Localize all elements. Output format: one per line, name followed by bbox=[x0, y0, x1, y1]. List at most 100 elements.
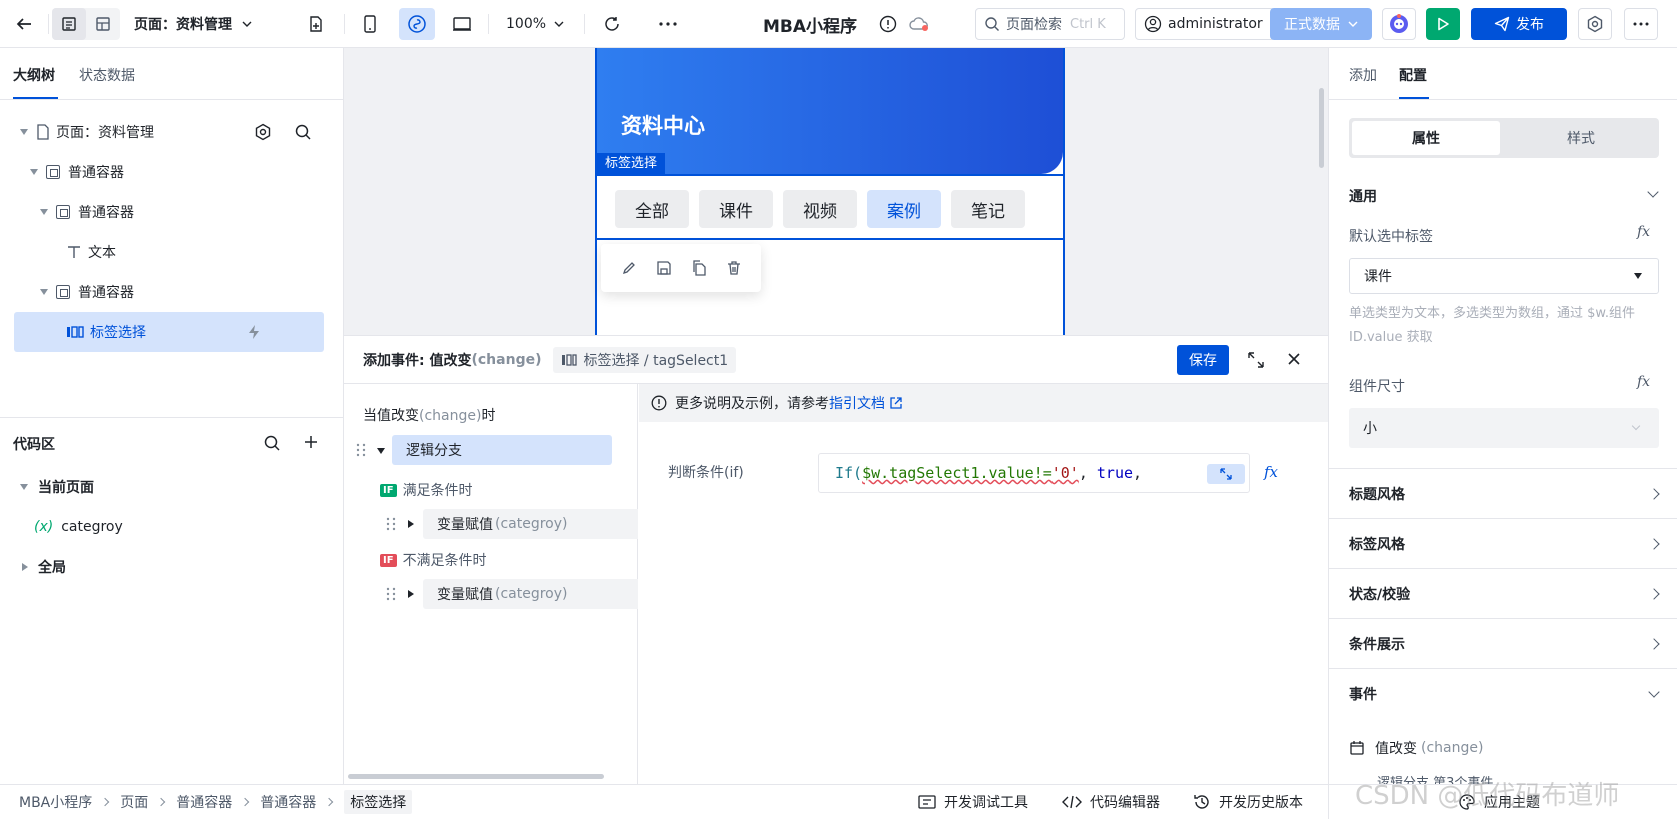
history-button[interactable]: 开发历史版本 bbox=[1193, 785, 1303, 819]
env-select[interactable]: 正式数据 bbox=[1270, 8, 1372, 40]
page-selector[interactable]: 页面：资料管理 bbox=[134, 8, 274, 40]
breadcrumb-item[interactable]: 标签选择 bbox=[344, 790, 413, 814]
desktop-view-button[interactable] bbox=[446, 8, 478, 40]
tree-item-variable[interactable]: (x) categroy bbox=[14, 509, 324, 545]
close-icon[interactable] bbox=[1287, 352, 1301, 366]
size-select[interactable]: 小 bbox=[1349, 408, 1659, 448]
plus-icon[interactable] bbox=[303, 434, 319, 450]
chevron-right-icon bbox=[1648, 587, 1660, 600]
user-menu[interactable]: administrator bbox=[1135, 8, 1275, 40]
tag-option[interactable]: 笔记 bbox=[951, 190, 1025, 228]
tree-item-current-page[interactable]: 当前页面 bbox=[14, 469, 324, 505]
more-menu-button[interactable] bbox=[1624, 8, 1658, 40]
expand-arrow-icon[interactable] bbox=[408, 520, 414, 528]
outline-view-icon[interactable] bbox=[52, 8, 86, 40]
tree-item-tag-select[interactable]: 标签选择 bbox=[14, 312, 324, 352]
section-tag-style[interactable]: 标签风格 bbox=[1329, 518, 1677, 568]
fx-icon[interactable]: fx bbox=[1637, 224, 1650, 240]
tree-item-container[interactable]: 普通容器 bbox=[14, 274, 324, 310]
mobile-view-button[interactable] bbox=[354, 8, 386, 40]
app-theme-label: 应用主题 bbox=[1484, 795, 1540, 811]
external-link-icon[interactable] bbox=[889, 396, 903, 410]
ai-assistant-button[interactable] bbox=[1382, 8, 1416, 40]
expand-arrow-icon[interactable] bbox=[408, 590, 414, 598]
search-icon[interactable] bbox=[294, 123, 312, 141]
tab-state-data[interactable]: 状态数据 bbox=[79, 65, 135, 85]
copy-icon[interactable] bbox=[691, 260, 707, 276]
publish-button[interactable]: 发布 bbox=[1471, 8, 1567, 40]
condition-code-input[interactable]: If($w.tagSelect1.value!= '0', true, bbox=[818, 453, 1250, 493]
assign-node[interactable]: 变量赋值 (categroy) bbox=[423, 579, 638, 609]
segment-properties[interactable]: 属性 bbox=[1352, 121, 1500, 155]
default-tag-select[interactable]: 课件 bbox=[1349, 258, 1659, 294]
drag-handle-icon[interactable] bbox=[386, 516, 396, 532]
section-general[interactable]: 通用 bbox=[1349, 186, 1377, 206]
section-state-validation[interactable]: 状态/校验 bbox=[1329, 568, 1677, 618]
breadcrumb-item[interactable]: MBA小程序 bbox=[19, 792, 92, 812]
fx-icon[interactable]: fx bbox=[1264, 463, 1278, 481]
save-button[interactable]: 保存 bbox=[1177, 345, 1229, 375]
drag-handle-icon[interactable] bbox=[356, 442, 366, 458]
expand-arrow-icon[interactable] bbox=[377, 448, 385, 454]
search-icon[interactable] bbox=[263, 434, 281, 452]
drag-handle-icon[interactable] bbox=[386, 586, 396, 602]
add-page-button[interactable] bbox=[300, 8, 332, 40]
fx-icon[interactable]: fx bbox=[1637, 374, 1650, 390]
tag-option[interactable]: 视频 bbox=[783, 190, 857, 228]
save-icon[interactable] bbox=[656, 260, 672, 276]
tree-item-page[interactable]: 页面：资料管理 bbox=[14, 114, 324, 150]
page-search-input[interactable]: 页面检索 Ctrl K bbox=[975, 8, 1125, 40]
expand-arrow-icon[interactable] bbox=[40, 289, 48, 295]
expand-icon[interactable] bbox=[1247, 351, 1265, 369]
guide-doc-link[interactable]: 指引文档 bbox=[829, 393, 885, 413]
tab-outline[interactable]: 大纲树 bbox=[13, 65, 55, 85]
tree-item-global[interactable]: 全局 bbox=[14, 549, 324, 585]
section-events[interactable]: 事件 bbox=[1329, 668, 1677, 718]
expand-arrow-icon[interactable] bbox=[20, 129, 28, 135]
settings-icon[interactable] bbox=[254, 123, 272, 141]
tree-item-text[interactable]: 文本 bbox=[14, 234, 324, 270]
app-theme-button[interactable]: 应用主题 bbox=[1458, 785, 1540, 819]
breadcrumb-item[interactable]: 普通容器 bbox=[176, 792, 232, 812]
miniprogram-view-button[interactable] bbox=[399, 8, 435, 40]
breadcrumb-item[interactable]: 普通容器 bbox=[260, 792, 316, 812]
section-title-style[interactable]: 标题风格 bbox=[1329, 468, 1677, 518]
expand-arrow-icon[interactable] bbox=[22, 563, 28, 571]
expand-editor-icon[interactable] bbox=[1207, 464, 1245, 484]
section-conditional-display[interactable]: 条件展示 bbox=[1329, 618, 1677, 668]
info-button[interactable] bbox=[876, 8, 900, 40]
expand-arrow-icon[interactable] bbox=[30, 169, 38, 175]
assign-node[interactable]: 变量赋值 (categroy) bbox=[423, 509, 638, 539]
segment-styles[interactable]: 样式 bbox=[1506, 121, 1656, 155]
tag-select-component[interactable]: 全部 课件 视频 案例 笔记 bbox=[597, 174, 1063, 240]
cloud-status[interactable] bbox=[906, 8, 932, 40]
logic-branch-node[interactable]: 逻辑分支 bbox=[392, 435, 612, 465]
more-button[interactable] bbox=[652, 8, 684, 40]
design-canvas[interactable]: 资料中心 标签选择 全部 课件 视频 案例 笔记 bbox=[344, 48, 1328, 335]
tree-item-container[interactable]: 普通容器 bbox=[14, 194, 324, 230]
tab-config[interactable]: 配置 bbox=[1399, 65, 1427, 85]
event-item-change[interactable]: 值改变 (change) bbox=[1349, 738, 1483, 758]
tag-option[interactable]: 课件 bbox=[699, 190, 773, 228]
expand-arrow-icon[interactable] bbox=[20, 484, 28, 490]
devtools-button[interactable]: 开发调试工具 bbox=[918, 785, 1028, 819]
breadcrumb-item[interactable]: 页面 bbox=[120, 792, 148, 812]
tab-add[interactable]: 添加 bbox=[1349, 65, 1377, 85]
settings-button[interactable] bbox=[1578, 8, 1612, 40]
expand-arrow-icon[interactable] bbox=[40, 209, 48, 215]
chevron-down-icon[interactable] bbox=[1647, 186, 1659, 198]
canvas-scrollbar[interactable] bbox=[1319, 88, 1324, 168]
tree-item-container[interactable]: 普通容器 bbox=[14, 154, 324, 190]
preview-button[interactable] bbox=[1426, 8, 1460, 40]
delete-icon[interactable] bbox=[726, 260, 742, 276]
layout-view-icon[interactable] bbox=[86, 16, 120, 32]
horizontal-scrollbar[interactable] bbox=[348, 774, 604, 779]
tag-option[interactable]: 案例 bbox=[867, 190, 941, 228]
lightning-icon[interactable] bbox=[247, 324, 261, 340]
code-editor-button[interactable]: 代码编辑器 bbox=[1062, 785, 1160, 819]
refresh-button[interactable] bbox=[596, 8, 628, 40]
edit-icon[interactable] bbox=[621, 260, 637, 276]
zoom-select[interactable]: 100% bbox=[506, 8, 566, 40]
tag-option[interactable]: 全部 bbox=[615, 190, 689, 228]
back-button[interactable] bbox=[8, 8, 40, 40]
